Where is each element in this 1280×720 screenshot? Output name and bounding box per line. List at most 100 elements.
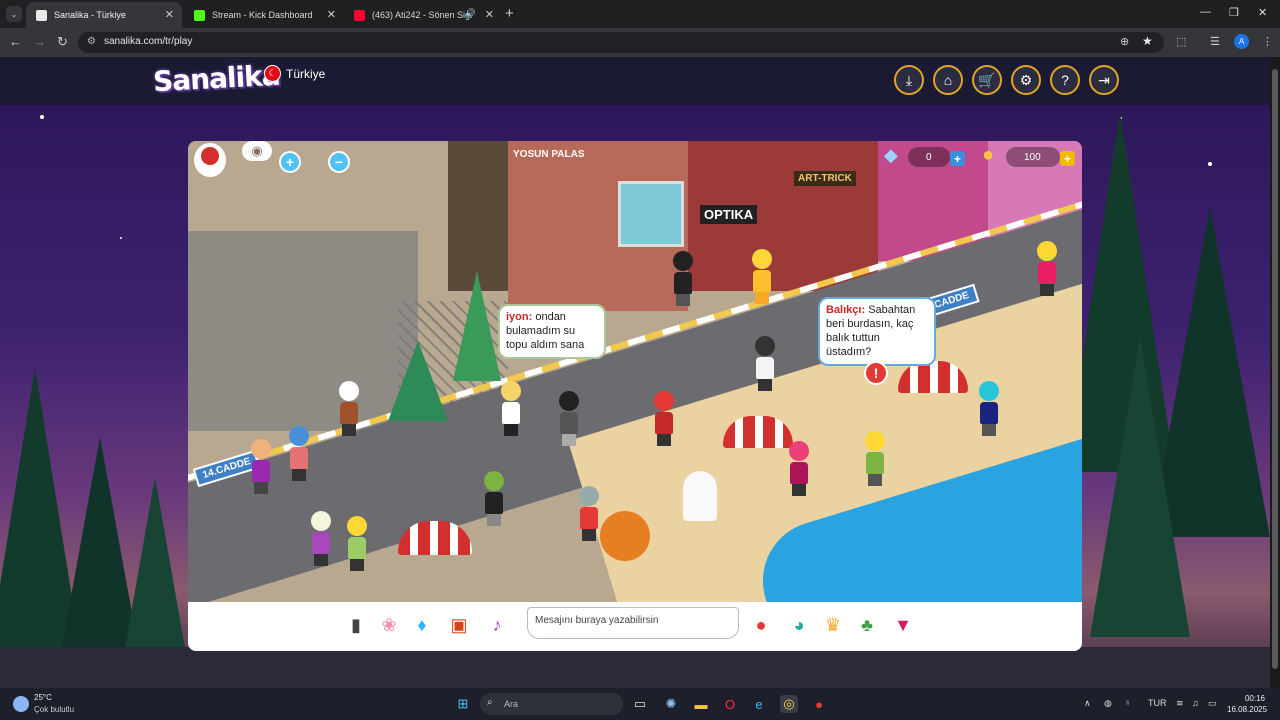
home-button[interactable]: ⌂ bbox=[933, 65, 963, 95]
chrome-icon[interactable]: ◎ bbox=[780, 695, 798, 713]
extensions-icon[interactable]: ⬚ bbox=[1176, 35, 1186, 48]
sanalika-logo[interactable]: Sanalika bbox=[152, 59, 280, 99]
trophy-button[interactable]: ♛ bbox=[820, 612, 846, 638]
avatar[interactable] bbox=[346, 516, 368, 571]
settings-button[interactable]: ⚙ bbox=[1011, 65, 1041, 95]
minimize-icon[interactable]: — bbox=[1200, 6, 1211, 18]
avatar[interactable] bbox=[310, 511, 332, 566]
edge-icon[interactable]: e bbox=[750, 695, 768, 713]
download-button[interactable]: ⤓ bbox=[894, 65, 924, 95]
chat-bubbles-button[interactable]: ● bbox=[748, 612, 774, 638]
page-scrollbar[interactable] bbox=[1270, 57, 1280, 688]
avatar[interactable] bbox=[1036, 241, 1058, 296]
game-canvas[interactable]: YOSUN PALAS OPTIKA ART-TRICK 14.CADDE CA… bbox=[188, 141, 1082, 651]
star-decoration bbox=[1208, 162, 1212, 166]
inventory-button[interactable]: ▣ bbox=[446, 612, 472, 638]
buy-coins-button[interactable]: + bbox=[1060, 151, 1075, 166]
avatar[interactable] bbox=[864, 431, 886, 486]
taskbar-search[interactable]: ⌕ Ara bbox=[480, 693, 623, 715]
task-view-icon[interactable]: ▭ bbox=[631, 695, 649, 713]
pet-button[interactable]: ◕ bbox=[786, 612, 812, 638]
back-icon[interactable]: ← bbox=[9, 34, 22, 49]
shop-button[interactable]: 🛒 bbox=[972, 65, 1002, 95]
zoom-in-button[interactable]: + bbox=[279, 151, 301, 173]
weather-desc[interactable]: Çok bulutlu bbox=[34, 705, 74, 714]
site-info-icon[interactable]: ⚙ bbox=[87, 36, 96, 47]
avatar[interactable] bbox=[578, 486, 600, 541]
volume-icon[interactable]: ♫ bbox=[1192, 698, 1199, 708]
country-label[interactable]: Türkiye bbox=[286, 67, 325, 81]
sanalika-favicon bbox=[36, 9, 47, 21]
close-icon[interactable]: ✕ bbox=[485, 8, 494, 21]
avatar[interactable] bbox=[751, 249, 773, 304]
avatar[interactable] bbox=[788, 441, 810, 496]
speech-bubble: Balıkçı: Sabahtan beri burdasın, kaç bal… bbox=[818, 297, 936, 366]
zoom-out-button[interactable]: − bbox=[328, 151, 350, 173]
avatar[interactable] bbox=[288, 426, 310, 481]
avatar[interactable] bbox=[500, 381, 522, 436]
basketball-mascot[interactable] bbox=[600, 511, 650, 561]
wifi-icon[interactable]: ≋ bbox=[1176, 698, 1184, 709]
island-button[interactable]: ♣ bbox=[854, 612, 880, 638]
food-thought-icon[interactable]: ◉ bbox=[242, 141, 272, 161]
tab-youtube[interactable]: (463) Ati242 - Sönen Sigara 🔊 ✕ bbox=[344, 2, 502, 28]
avatar[interactable] bbox=[672, 251, 694, 306]
new-tab-icon[interactable]: + bbox=[505, 5, 514, 22]
file-explorer-icon[interactable]: ▬ bbox=[692, 695, 710, 713]
bookmark-star-icon[interactable]: ★ bbox=[1142, 34, 1153, 48]
start-icon[interactable]: ⊞ bbox=[454, 695, 472, 713]
window-close-icon[interactable]: ✕ bbox=[1258, 6, 1267, 19]
language-indicator[interactable]: TUR bbox=[1148, 698, 1167, 708]
weather-temp[interactable]: 25°C bbox=[34, 693, 52, 702]
game-scene[interactable]: YOSUN PALAS OPTIKA ART-TRICK 14.CADDE CA… bbox=[188, 141, 1082, 602]
close-icon[interactable]: ✕ bbox=[165, 8, 174, 21]
opera-icon[interactable]: O bbox=[721, 695, 739, 713]
address-bar[interactable]: ⚙ sanalika.com/tr/play ⊕ ★ bbox=[78, 32, 1164, 53]
tray-chevron-icon[interactable]: ∧ bbox=[1084, 698, 1091, 709]
zoom-icon[interactable]: ⊕ bbox=[1120, 35, 1129, 48]
ghost-avatar[interactable] bbox=[683, 471, 717, 521]
menu-icon[interactable]: ⋮ bbox=[1262, 35, 1273, 48]
microphone-icon[interactable]: ♮ bbox=[1126, 698, 1129, 709]
dance-button[interactable]: ♪ bbox=[484, 612, 510, 638]
avatar[interactable] bbox=[338, 381, 360, 436]
reading-list-icon[interactable]: ☰ bbox=[1210, 35, 1220, 48]
battery-icon[interactable]: ▭ bbox=[1208, 698, 1217, 709]
reload-icon[interactable]: ↻ bbox=[57, 34, 68, 50]
avatar[interactable] bbox=[978, 381, 1000, 436]
chat-input[interactable]: Mesajını buraya yazabilirsin bbox=[527, 607, 739, 639]
avatar[interactable] bbox=[250, 439, 272, 494]
player-avatar[interactable] bbox=[194, 143, 226, 177]
taskbar-clock[interactable]: 00:16 16.08.2025 bbox=[1227, 693, 1267, 715]
wardrobe-button[interactable]: ♦ bbox=[409, 612, 435, 638]
buy-gems-button[interactable]: + bbox=[950, 151, 965, 166]
close-icon[interactable]: ✕ bbox=[327, 8, 336, 21]
tab-sanalika[interactable]: Sanalika - Türkiye ✕ bbox=[26, 2, 182, 28]
tab-search-icon[interactable]: ⌄ bbox=[6, 6, 22, 22]
forward-icon[interactable]: → bbox=[33, 34, 46, 49]
weather-icon[interactable] bbox=[13, 696, 29, 712]
avatar[interactable] bbox=[483, 471, 505, 526]
url-text[interactable]: sanalika.com/tr/play bbox=[104, 36, 192, 47]
app-icon[interactable]: ● bbox=[810, 695, 828, 713]
vip-button[interactable]: ▼ bbox=[890, 612, 916, 638]
avatar[interactable] bbox=[754, 336, 776, 391]
network-status-icon[interactable]: ◍ bbox=[1104, 698, 1112, 709]
avatar[interactable] bbox=[558, 391, 580, 446]
phone-button[interactable]: ▮ bbox=[343, 612, 369, 638]
logout-button[interactable]: ⇥ bbox=[1089, 65, 1119, 95]
tab-kick[interactable]: Stream - Kick Dashboard ✕ bbox=[184, 2, 344, 28]
speaker-icon[interactable]: 🔊 bbox=[465, 8, 476, 19]
restore-icon[interactable]: ❐ bbox=[1229, 6, 1239, 19]
help-button[interactable]: ? bbox=[1050, 65, 1080, 95]
star-decoration bbox=[40, 115, 44, 119]
chat-bubble-icon: ● bbox=[755, 614, 767, 635]
emote-button[interactable]: ❀ bbox=[376, 612, 402, 638]
alert-icon[interactable]: ! bbox=[864, 361, 888, 385]
shop-window bbox=[618, 181, 684, 247]
avatar[interactable] bbox=[653, 391, 675, 446]
copilot-icon[interactable]: ✺ bbox=[662, 695, 680, 713]
profile-avatar[interactable]: A bbox=[1234, 34, 1249, 49]
browser-tab-bar: ⌄ Sanalika - Türkiye ✕ Stream - Kick Das… bbox=[0, 0, 1280, 28]
scrollbar-thumb[interactable] bbox=[1272, 69, 1278, 669]
